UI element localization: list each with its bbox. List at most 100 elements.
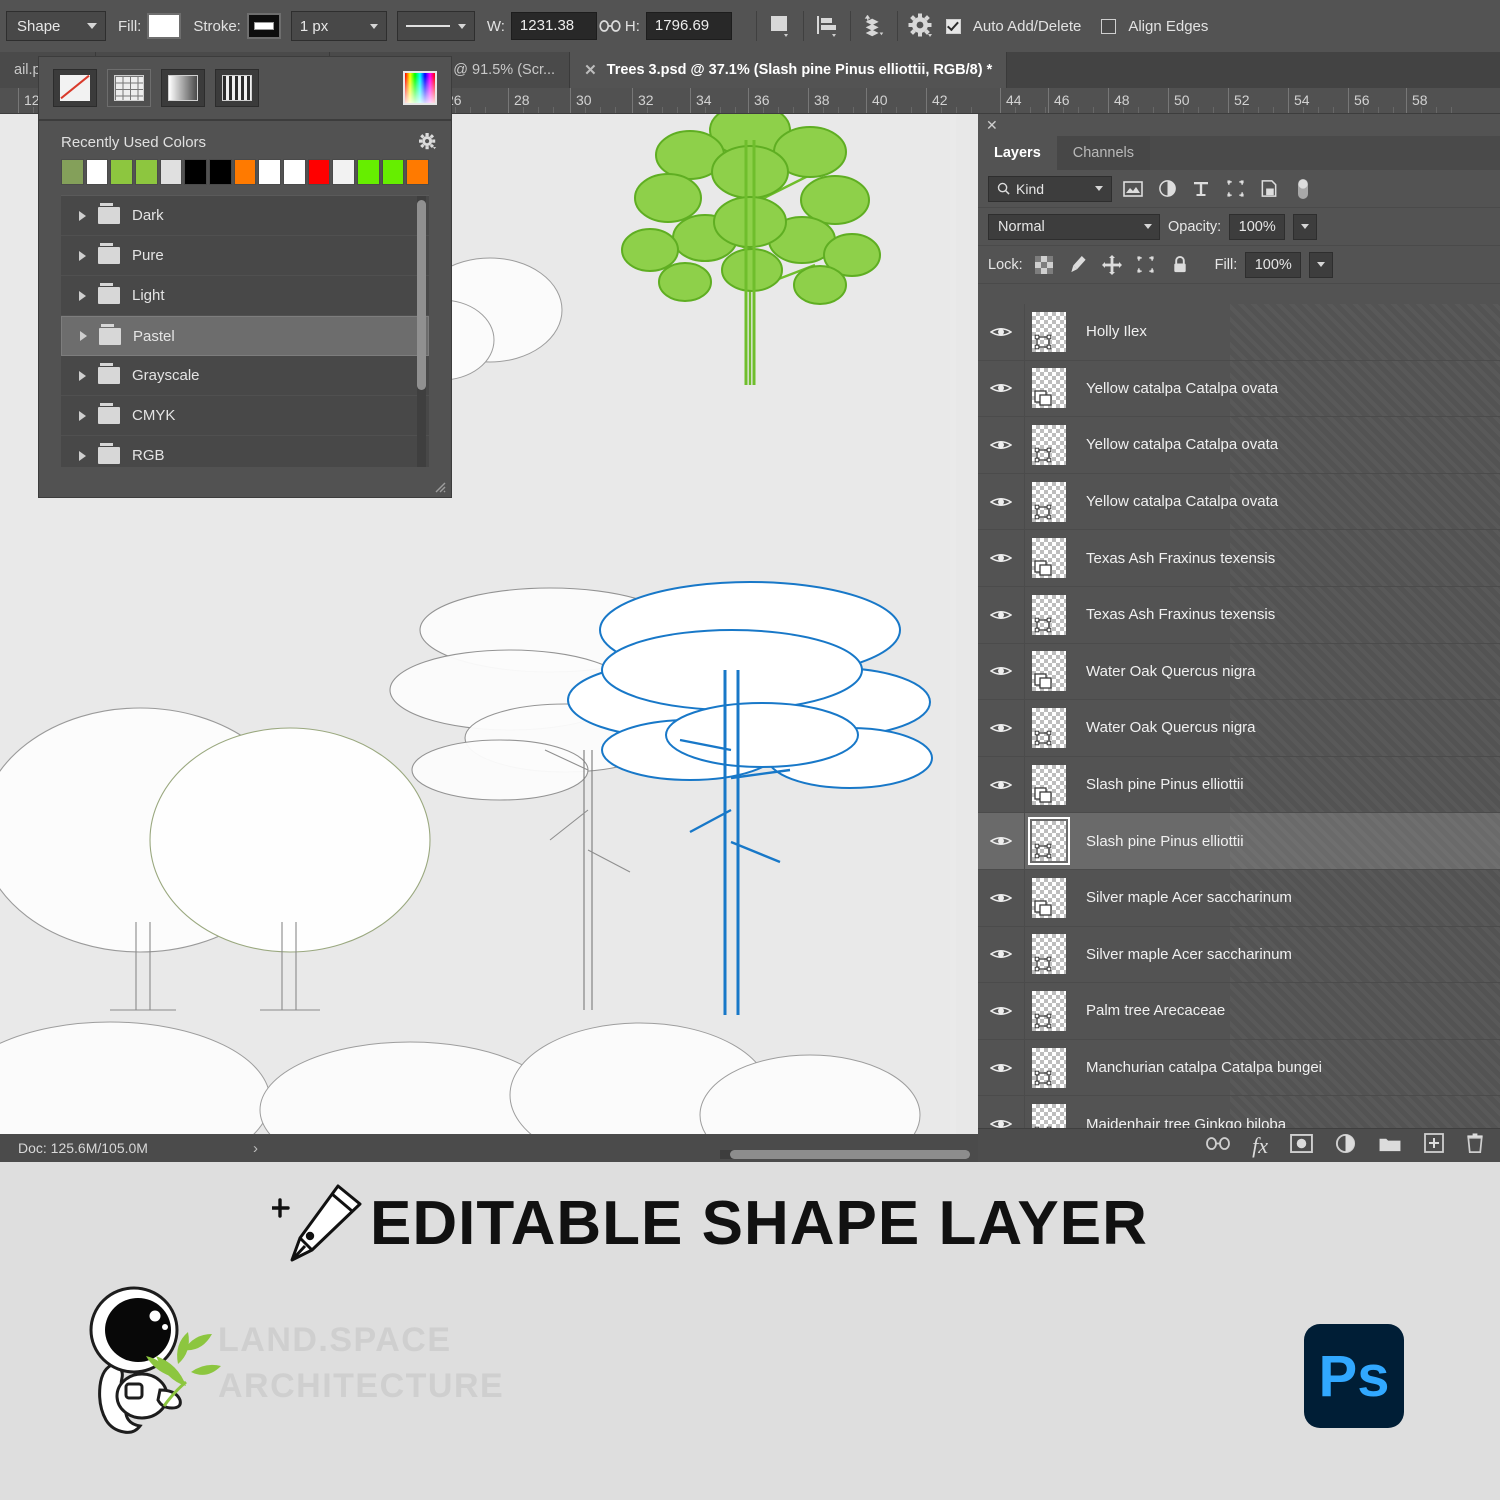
pattern-icon[interactable]: [215, 69, 259, 107]
layer-row[interactable]: Palm tree Arecaceae: [978, 983, 1500, 1040]
layer-visibility-eye-icon[interactable]: [978, 325, 1024, 339]
layer-visibility-eye-icon[interactable]: [978, 834, 1024, 848]
auto-add-delete-checkbox[interactable]: [946, 19, 961, 34]
lock-all-icon[interactable]: [1167, 253, 1193, 277]
close-icon[interactable]: ✕: [986, 117, 998, 134]
swatch-folder-row[interactable]: Pure: [61, 236, 429, 276]
fill-stepper[interactable]: [1309, 252, 1333, 278]
color-swatch[interactable]: [308, 159, 331, 185]
chevron-right-icon[interactable]: [79, 371, 86, 381]
color-swatch[interactable]: [61, 159, 84, 185]
swatch-folder-row[interactable]: Dark: [61, 196, 429, 236]
horizontal-scrollbar-thumb[interactable]: [730, 1150, 970, 1159]
layer-thumbnail-cell[interactable]: [1024, 304, 1072, 360]
layer-visibility-eye-icon[interactable]: [978, 1004, 1024, 1018]
rainbow-picker-icon[interactable]: [403, 71, 437, 105]
fill-color-swatch[interactable]: [147, 13, 181, 39]
path-arrangement-icon[interactable]: [861, 13, 887, 39]
chevron-right-icon[interactable]: [79, 411, 86, 421]
layer-thumbnail-cell[interactable]: [1024, 700, 1072, 756]
stroke-color-swatch[interactable]: [247, 13, 281, 39]
color-swatch[interactable]: [160, 159, 183, 185]
layer-visibility-eye-icon[interactable]: [978, 551, 1024, 565]
layer-filter-kind-select[interactable]: Kind: [988, 176, 1112, 202]
fill-input[interactable]: 100%: [1245, 252, 1301, 278]
delete-layer-icon[interactable]: [1466, 1133, 1484, 1159]
layer-visibility-eye-icon[interactable]: [978, 381, 1024, 395]
align-edges-checkbox[interactable]: [1101, 19, 1116, 34]
layer-visibility-eye-icon[interactable]: [978, 664, 1024, 678]
layer-visibility-eye-icon[interactable]: [978, 891, 1024, 905]
color-swatch[interactable]: [110, 159, 133, 185]
tab-channels[interactable]: Channels: [1057, 136, 1150, 170]
layer-thumbnail-cell[interactable]: [1024, 983, 1072, 1039]
blend-mode-select[interactable]: Normal: [988, 214, 1160, 240]
image-filter-icon[interactable]: [1120, 177, 1146, 201]
swatch-folder-row[interactable]: Pastel: [61, 316, 429, 356]
layer-mask-icon[interactable]: [1290, 1134, 1313, 1158]
color-swatch[interactable]: [209, 159, 232, 185]
layer-visibility-eye-icon[interactable]: [978, 1061, 1024, 1075]
opacity-input[interactable]: 100%: [1229, 214, 1285, 240]
swatch-folder-list[interactable]: DarkPureLightPastelGrayscaleCMYKRGB: [61, 195, 429, 467]
opacity-stepper[interactable]: [1293, 214, 1317, 240]
color-swatch[interactable]: [332, 159, 355, 185]
width-input[interactable]: 1231.38: [511, 12, 597, 40]
height-input[interactable]: 1796.69: [646, 12, 732, 40]
path-alignment-icon[interactable]: [814, 13, 840, 39]
gradient-icon[interactable]: [161, 69, 205, 107]
layer-thumbnail-cell[interactable]: [1024, 417, 1072, 473]
layer-row[interactable]: Slash pine Pinus elliottii: [978, 757, 1500, 814]
new-layer-icon[interactable]: [1424, 1133, 1444, 1158]
layer-row[interactable]: Manchurian catalpa Catalpa bungei: [978, 1040, 1500, 1097]
swatch-folder-row[interactable]: CMYK: [61, 396, 429, 436]
layer-visibility-eye-icon[interactable]: [978, 608, 1024, 622]
stroke-style-select[interactable]: [397, 11, 475, 41]
layer-row[interactable]: Slash pine Pinus elliottii: [978, 813, 1500, 870]
panel-resize-grip[interactable]: [432, 479, 446, 493]
type-filter-icon[interactable]: [1188, 177, 1214, 201]
layer-row[interactable]: Yellow catalpa Catalpa ovata: [978, 474, 1500, 531]
layer-thumbnail-cell[interactable]: [1024, 587, 1072, 643]
filter-toggle-icon[interactable]: [1290, 177, 1316, 201]
layer-thumbnail-cell[interactable]: [1024, 870, 1072, 926]
chevron-right-icon[interactable]: [79, 291, 86, 301]
layer-row[interactable]: Holly Ilex: [978, 304, 1500, 361]
layer-thumbnail-cell[interactable]: [1024, 530, 1072, 586]
solid-color-icon[interactable]: [107, 69, 151, 107]
layer-row[interactable]: Silver maple Acer saccharinum: [978, 927, 1500, 984]
layer-row[interactable]: Silver maple Acer saccharinum: [978, 870, 1500, 927]
layer-thumbnail-cell[interactable]: [1024, 474, 1072, 530]
swatch-folder-row[interactable]: Light: [61, 276, 429, 316]
chevron-right-icon[interactable]: [80, 331, 87, 341]
close-icon[interactable]: ✕: [584, 61, 597, 79]
tool-mode-select[interactable]: Shape: [6, 11, 106, 41]
swatch-folder-row[interactable]: RGB: [61, 436, 429, 467]
layer-visibility-eye-icon[interactable]: [978, 721, 1024, 735]
lock-artboard-icon[interactable]: [1133, 253, 1159, 277]
layer-visibility-eye-icon[interactable]: [978, 947, 1024, 961]
layer-row[interactable]: Water Oak Quercus nigra: [978, 700, 1500, 757]
adjustment-layer-icon[interactable]: [1335, 1133, 1356, 1159]
layer-row[interactable]: Water Oak Quercus nigra: [978, 644, 1500, 701]
lock-transparency-icon[interactable]: [1031, 253, 1057, 277]
link-layers-icon[interactable]: [1206, 1136, 1230, 1156]
layer-style-fx-icon[interactable]: fx: [1252, 1133, 1268, 1159]
swatch-scrollbar-thumb[interactable]: [417, 200, 426, 390]
color-swatch[interactable]: [382, 159, 405, 185]
color-swatch[interactable]: [258, 159, 281, 185]
new-group-icon[interactable]: [1378, 1134, 1402, 1158]
color-swatch[interactable]: [234, 159, 257, 185]
stroke-width-field[interactable]: 1 px: [291, 11, 387, 41]
layer-row[interactable]: Texas Ash Fraxinus texensis: [978, 530, 1500, 587]
color-swatch[interactable]: [135, 159, 158, 185]
gear-icon[interactable]: [419, 133, 437, 151]
lock-position-icon[interactable]: [1099, 253, 1125, 277]
shape-filter-icon[interactable]: [1222, 177, 1248, 201]
chevron-right-icon[interactable]: [79, 211, 86, 221]
layer-thumbnail-cell[interactable]: [1024, 361, 1072, 417]
color-swatch[interactable]: [357, 159, 380, 185]
layer-thumbnail-cell[interactable]: [1024, 927, 1072, 983]
layer-visibility-eye-icon[interactable]: [978, 778, 1024, 792]
layer-list[interactable]: Holly IlexYellow catalpa Catalpa ovataYe…: [978, 304, 1500, 1134]
